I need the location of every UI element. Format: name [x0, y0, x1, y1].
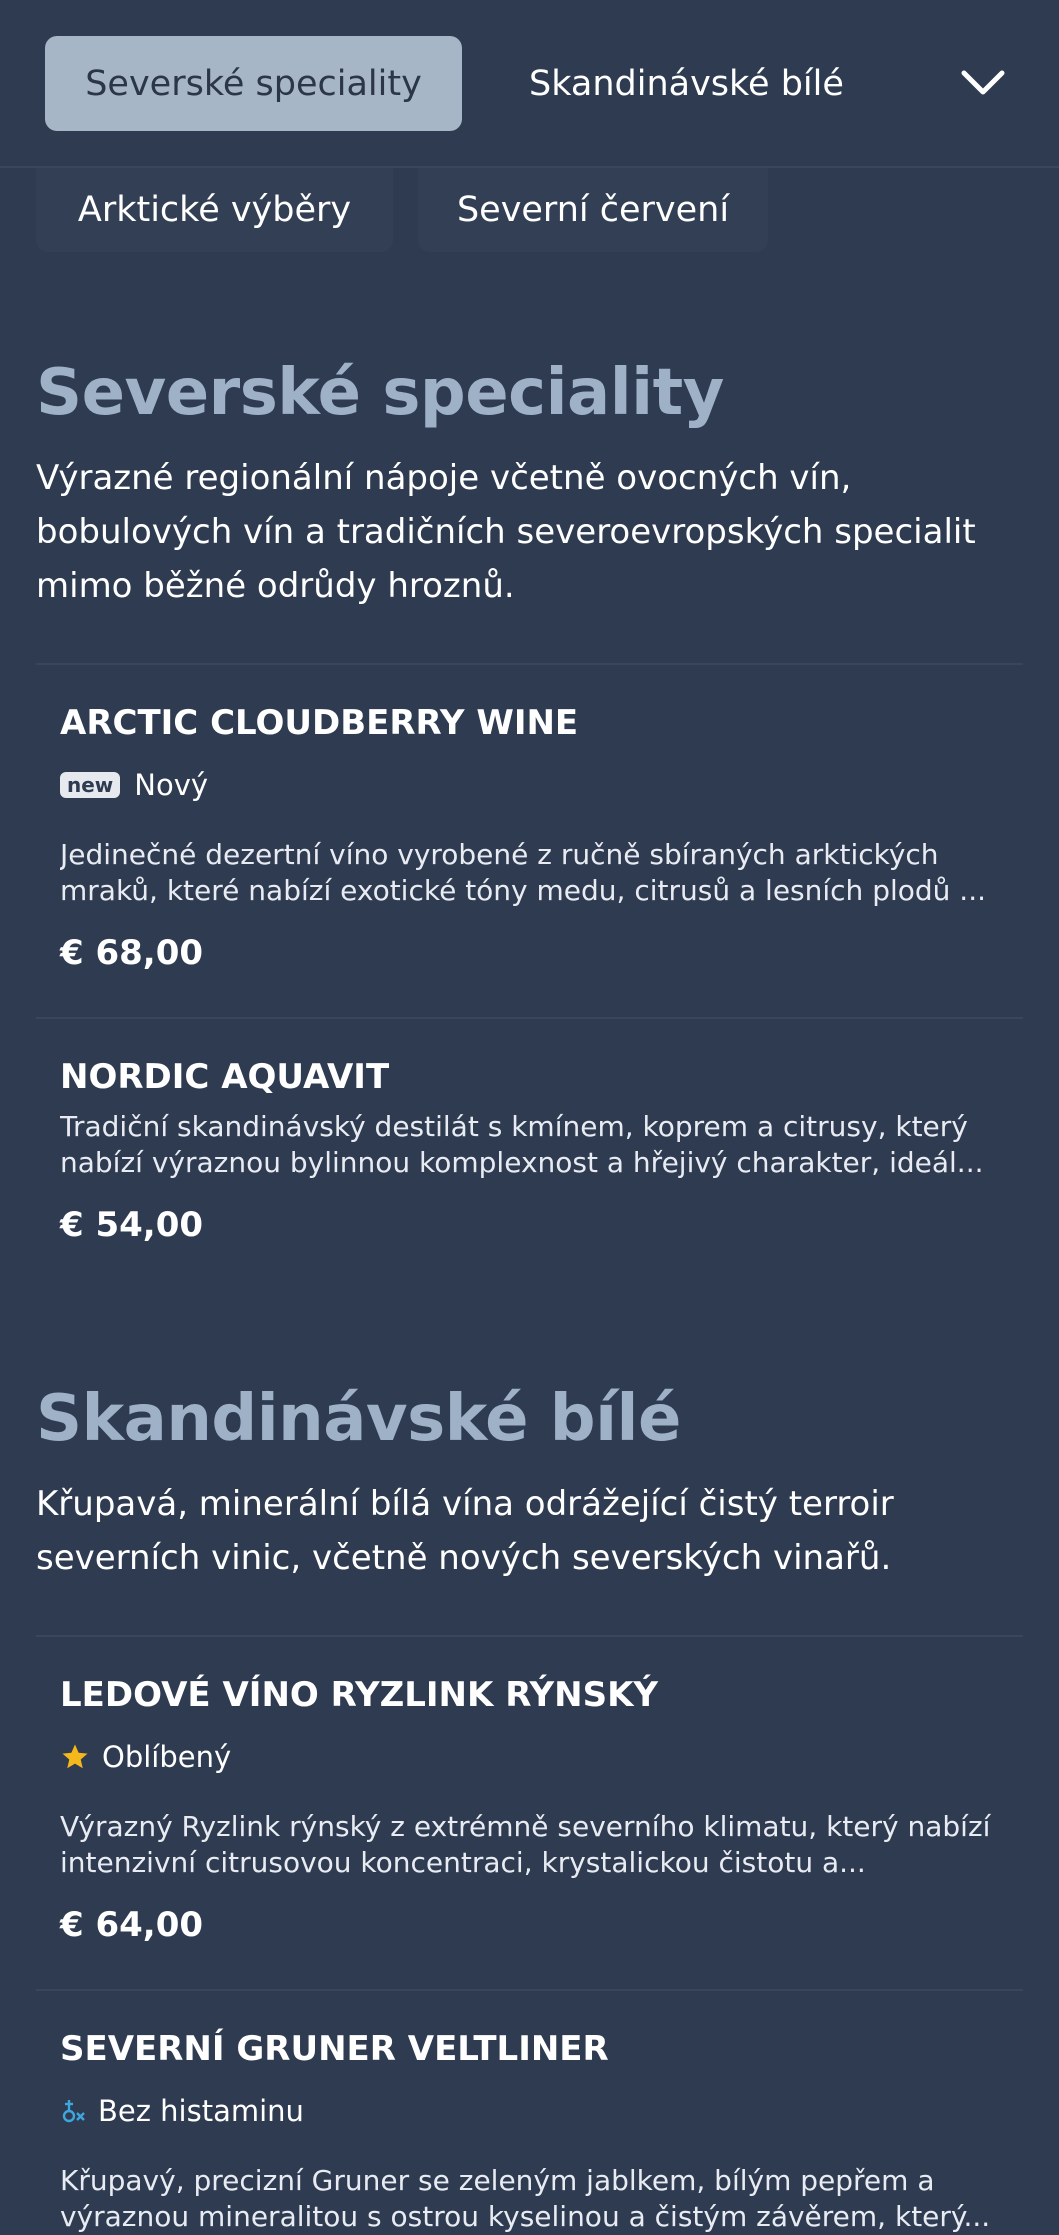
more-categories-button[interactable] — [948, 50, 1018, 116]
badge-label: Oblíbený — [102, 1740, 232, 1774]
tab-severske-speciality[interactable]: Severské speciality — [45, 36, 462, 131]
tab-label: Severské speciality — [85, 63, 422, 104]
badge-label: Nový — [134, 768, 209, 802]
tab-label: Arktické výběry — [77, 190, 352, 230]
item-description: Tradiční skandinávský destilát s kmínem,… — [60, 1109, 1020, 1181]
item-price: € 64,00 — [60, 1905, 204, 1945]
star-icon — [60, 1742, 90, 1772]
tab-severni-cerveni[interactable]: Severní červení — [418, 168, 768, 252]
description-line: Výrazný Ryzlink rýnský z extrémně severn… — [60, 1810, 991, 1843]
item-name: SEVERNÍ GRUNER VELTLINER — [60, 2029, 609, 2069]
description-line: nabízí výraznou bylinnou komplexnost a h… — [60, 1146, 984, 1179]
section-description: Výrazné regionální nápoje včetně ovocnýc… — [36, 458, 976, 606]
item-badge: Oblíbený — [60, 1737, 231, 1777]
item-description: Výrazný Ryzlink rýnský z extrémně severn… — [60, 1809, 1020, 1881]
tab-skandinavske-bile[interactable]: Skandinávské bílé — [529, 36, 844, 131]
menu-item[interactable]: NORDIC AQUAVIT Tradiční skandinávský des… — [36, 1019, 1023, 1289]
tab-label: Skandinávské bílé — [529, 63, 844, 104]
menu-item[interactable]: LEDOVÉ VÍNO RYZLINK RÝNSKÝ Oblíbený Výra… — [36, 1637, 1023, 1989]
item-price: € 68,00 — [60, 933, 204, 973]
item-name: ARCTIC CLOUDBERRY WINE — [60, 703, 579, 743]
chevron-down-icon — [961, 70, 1005, 95]
item-price: € 54,00 — [60, 1205, 204, 1245]
description-line: Jedinečné dezertní víno vyrobené z ručně… — [60, 838, 939, 871]
tab-arkticke-vybery[interactable]: Arktické výběry — [36, 168, 393, 252]
item-name: LEDOVÉ VÍNO RYZLINK RÝNSKÝ — [60, 1675, 659, 1715]
description-line: mraků, které nabízí exotické tóny medu, … — [60, 874, 987, 907]
new-tag: new — [60, 772, 121, 798]
section-title: Skandinávské bílé — [36, 1382, 681, 1456]
section-description: Křupavá, minerální bílá vína odrážející … — [36, 1484, 894, 1578]
menu-page: Severské speciality Skandinávské bílé Ar… — [0, 0, 1059, 2235]
item-badge: new Nový — [60, 765, 208, 805]
description-line: Tradiční skandinávský destilát s kmínem,… — [60, 1110, 968, 1143]
tab-label: Severní červení — [456, 190, 730, 230]
section-title: Severské speciality — [36, 356, 724, 430]
category-nav-overflow: Arktické výběry Severní červení — [0, 168, 1059, 252]
menu-item[interactable]: ARCTIC CLOUDBERRY WINE new Nový Jedinečn… — [36, 665, 1023, 1017]
histamine-free-icon — [60, 2096, 86, 2126]
category-nav: Severské speciality Skandinávské bílé — [0, 0, 1059, 168]
description-line: Křupavý, precizní Gruner se zeleným jabl… — [60, 2164, 935, 2197]
description-line: intenzivní citrusovou koncentraci, kryst… — [60, 1846, 866, 1879]
item-description: Křupavý, precizní Gruner se zeleným jabl… — [60, 2163, 1020, 2235]
item-description: Jedinečné dezertní víno vyrobené z ručně… — [60, 837, 1020, 909]
menu-item[interactable]: SEVERNÍ GRUNER VELTLINER Bez histaminu K… — [36, 1991, 1023, 2235]
description-line: výraznou mineralitou s ostrou kyselinou … — [60, 2200, 991, 2233]
item-name: NORDIC AQUAVIT — [60, 1057, 390, 1097]
badge-label: Bez histaminu — [98, 2094, 304, 2128]
item-badge: Bez histaminu — [60, 2091, 304, 2131]
